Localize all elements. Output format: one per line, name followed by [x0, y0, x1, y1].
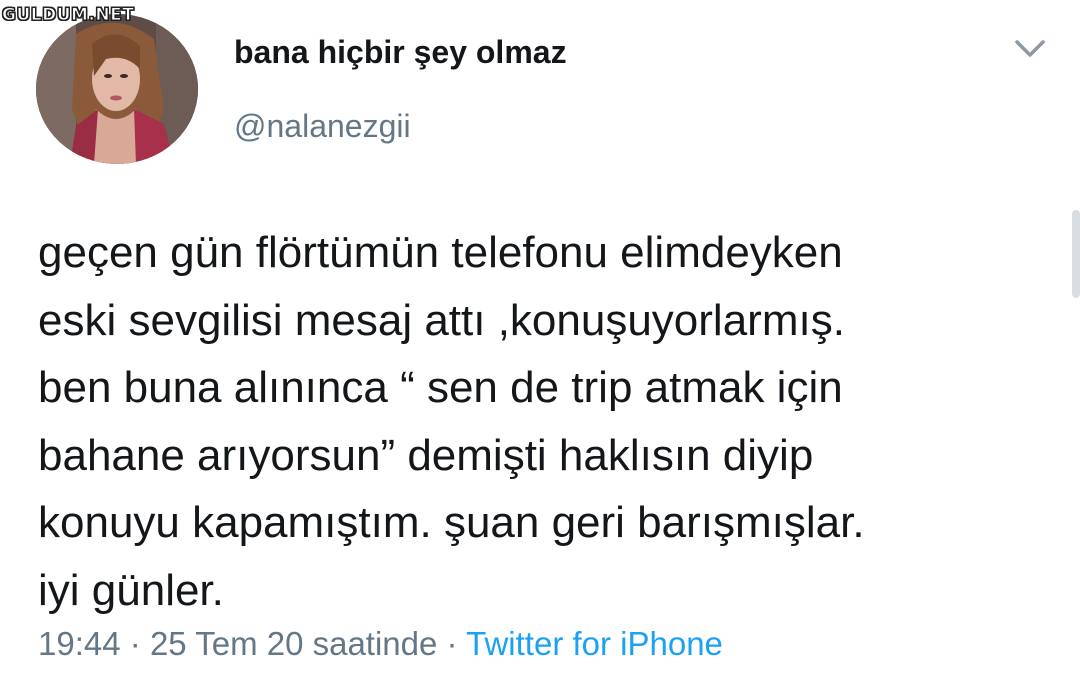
tweet-text-line: konuyu kapamıştım. şuan geri barışmışlar…	[38, 498, 865, 547]
tweet-meta: 19:44 · 25 Tem 20 saatinde · Twitter for…	[38, 625, 723, 663]
avatar[interactable]	[36, 14, 198, 164]
tweet-time: 19:44	[38, 625, 121, 662]
tweet-text-line: geçen gün flörtümün telefonu elimdeyken	[38, 228, 843, 277]
avatar-image	[36, 14, 198, 164]
meta-separator: ·	[129, 625, 141, 662]
display-name[interactable]: bana hiçbir şey olmaz	[234, 34, 567, 71]
chevron-down-icon[interactable]	[1012, 34, 1048, 62]
tweet-screen: GULDUM.NET bana hiçbir şey olmaz @nalane…	[0, 0, 1080, 693]
tweet-source-link[interactable]: Twitter for iPhone	[466, 625, 723, 662]
tweet-text-line: iyi günler.	[38, 565, 224, 615]
tweet-text-line: eski sevgilisi mesaj attı ,konuşuyorlarm…	[38, 295, 845, 345]
watermark: GULDUM.NET	[1, 5, 135, 26]
tweet-date: 25 Tem 20 saatinde	[149, 625, 438, 662]
tweet-text-line: bahane arıyorsun” demişti haklısın diyip	[38, 430, 814, 480]
meta-separator: ·	[446, 625, 458, 662]
user-handle[interactable]: @nalanezgii	[234, 108, 411, 145]
tweet-text: geçen gün flörtümün telefonu elimdeyken …	[38, 219, 1048, 624]
tweet-text-line: ben buna alınınca “ sen de trip atmak iç…	[38, 363, 843, 412]
scrollbar[interactable]	[1072, 210, 1080, 298]
